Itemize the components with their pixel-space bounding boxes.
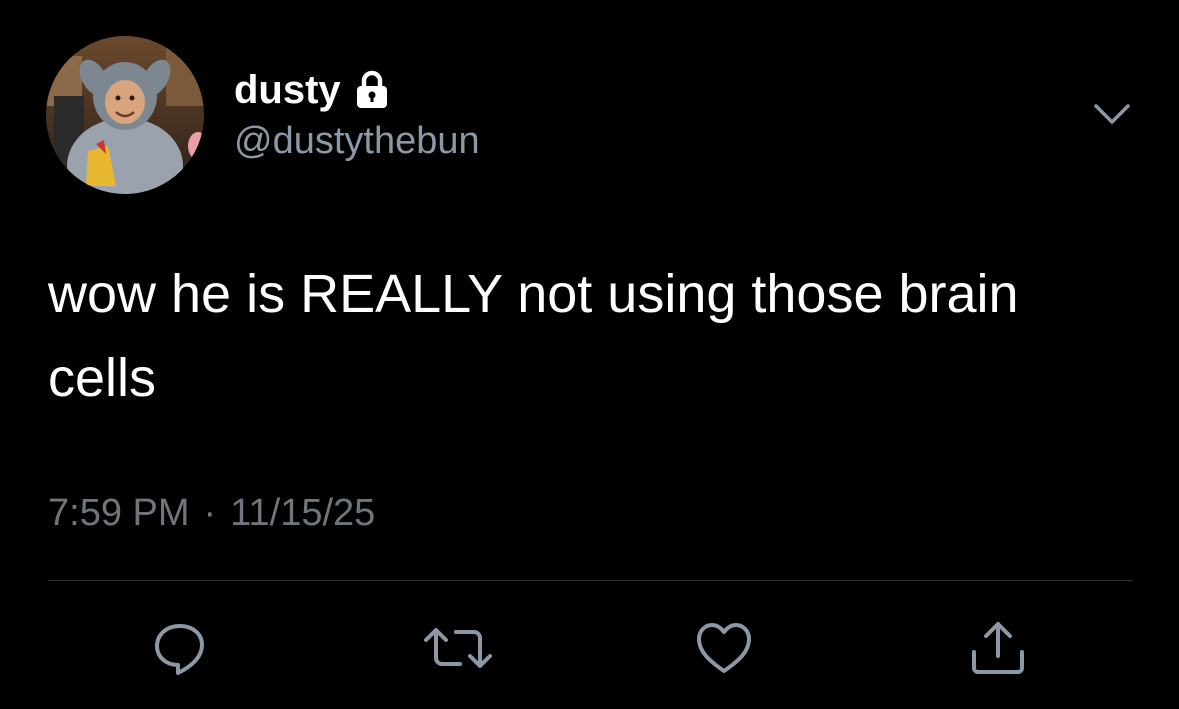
profile-photo-icon (46, 36, 204, 194)
retweet-button[interactable] (422, 618, 494, 678)
heart-icon (697, 623, 751, 673)
display-name[interactable]: dusty (234, 70, 341, 110)
chevron-down-icon[interactable] (1090, 96, 1134, 132)
tweet-text: wow he is REALLY not using those brain c… (48, 264, 1019, 408)
tweet-timestamp[interactable]: 7:59 PM · 11/15/25 (48, 494, 375, 532)
avatar[interactable] (46, 36, 204, 194)
reply-button[interactable] (150, 618, 210, 678)
reply-icon (155, 624, 204, 675)
tweet-date: 11/15/25 (230, 492, 376, 534)
lock-icon (353, 70, 391, 110)
share-icon (972, 622, 1024, 674)
tweet-time: 7:59 PM (48, 492, 190, 534)
meta-separator: · (203, 492, 217, 534)
retweet-icon (424, 628, 492, 668)
user-handle[interactable]: @dustythebun (234, 122, 480, 160)
share-button[interactable] (968, 618, 1028, 678)
display-name-row: dusty (234, 64, 391, 116)
tweet-card: dusty @dustythebun wow he is REALLY not … (0, 0, 1179, 709)
like-button[interactable] (694, 618, 754, 678)
divider (48, 580, 1133, 581)
